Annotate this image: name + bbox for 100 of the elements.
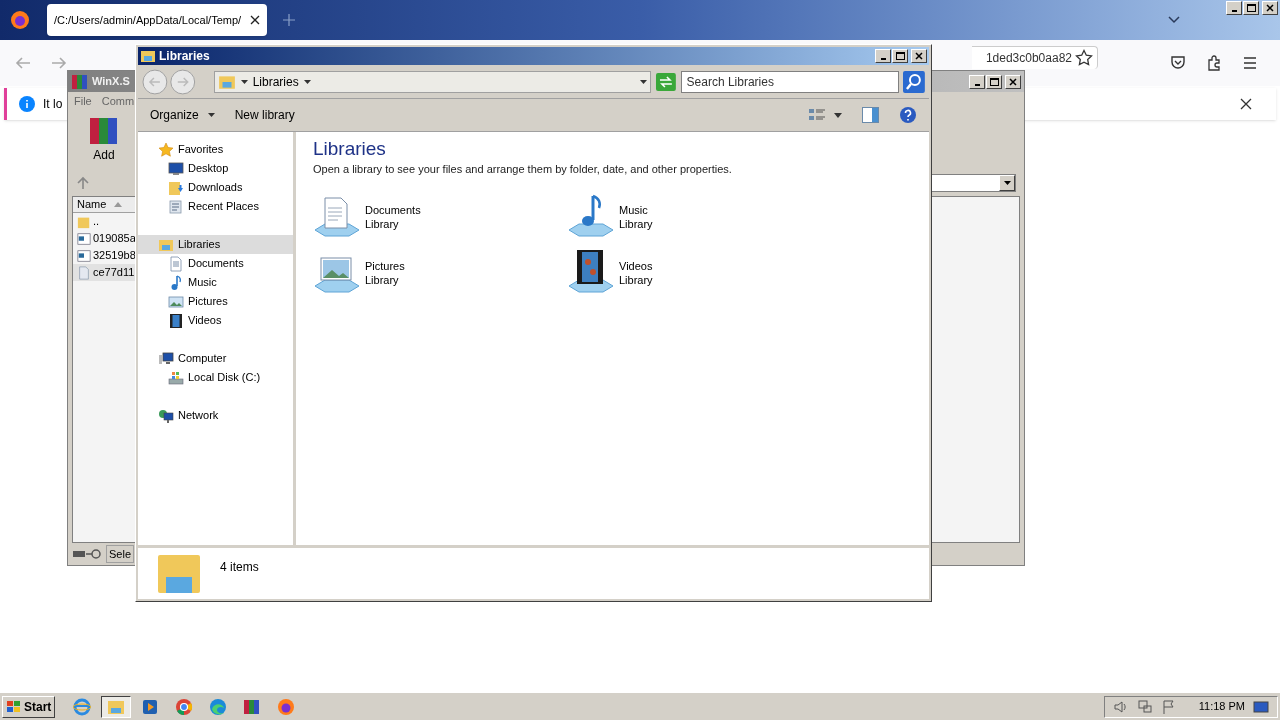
description: Open a library to see your files and arrange them by folder, date, and other properties. bbox=[313, 162, 733, 177]
address-bar[interactable]: 1ded3c0b0aa82 bbox=[972, 46, 1098, 69]
recent-places-icon bbox=[168, 198, 184, 215]
nav-item[interactable]: Local Disk (C:) bbox=[138, 368, 293, 387]
picture-icon bbox=[168, 293, 184, 310]
library-tile[interactable]: Music Library bbox=[567, 193, 821, 240]
file-row[interactable]: 019085a bbox=[73, 230, 135, 247]
file-icon bbox=[77, 265, 91, 280]
taskbar-button[interactable] bbox=[101, 695, 132, 718]
speaker-icon[interactable] bbox=[1112, 698, 1129, 715]
desktop-icon[interactable] bbox=[1253, 699, 1269, 714]
file-row[interactable]: .. bbox=[73, 213, 135, 230]
drive-key-icon bbox=[72, 548, 102, 560]
sort-arrow-icon bbox=[114, 202, 123, 207]
library-tile[interactable]: Documents Library bbox=[313, 193, 567, 240]
nav-item[interactable]: Downloads bbox=[138, 178, 293, 197]
books-icon bbox=[88, 116, 120, 146]
page-heading: Libraries bbox=[313, 137, 387, 161]
archive-books-icon bbox=[71, 72, 89, 91]
path-dropdown[interactable] bbox=[930, 174, 1016, 192]
caret-icon bbox=[207, 113, 215, 117]
file-row[interactable]: 32519b8 bbox=[73, 247, 135, 264]
close-icon[interactable] bbox=[250, 15, 260, 25]
computer-icon bbox=[158, 350, 174, 367]
nav-item[interactable]: Desktop bbox=[138, 159, 293, 178]
maximize-button[interactable] bbox=[986, 74, 1002, 89]
window-file-icon bbox=[77, 248, 91, 263]
library-tile[interactable]: Videos Library bbox=[567, 249, 821, 296]
disk-drive-icon bbox=[168, 369, 184, 386]
close-button[interactable] bbox=[1005, 74, 1021, 89]
minimize-icon bbox=[880, 58, 886, 60]
menu-item[interactable]: Comm bbox=[101, 92, 135, 110]
nav-item[interactable]: Recent Places bbox=[138, 197, 293, 216]
star-icon[interactable] bbox=[1075, 49, 1093, 67]
document-icon bbox=[168, 255, 184, 272]
media-player-icon bbox=[141, 697, 160, 716]
firefox-icon[interactable] bbox=[10, 10, 30, 30]
help-icon[interactable] bbox=[899, 106, 917, 124]
music-library-icon bbox=[567, 193, 615, 240]
preview-pane-icon[interactable] bbox=[862, 107, 879, 123]
maximize-button[interactable] bbox=[1243, 1, 1259, 15]
pocket-icon[interactable] bbox=[1170, 55, 1186, 71]
maximize-button[interactable] bbox=[892, 49, 908, 63]
minimize-button[interactable] bbox=[875, 49, 891, 63]
nav-item[interactable]: Libraries bbox=[138, 235, 293, 254]
minimize-button[interactable] bbox=[969, 74, 985, 89]
windows-logo-icon bbox=[6, 699, 22, 714]
close-button[interactable] bbox=[1262, 1, 1278, 15]
minimize-button[interactable] bbox=[1226, 1, 1242, 15]
item-count: 4 items bbox=[220, 559, 259, 576]
archive-books-icon bbox=[243, 697, 262, 716]
file-row[interactable]: ce77d11 bbox=[73, 264, 135, 281]
close-icon bbox=[1266, 4, 1274, 12]
maximize-icon bbox=[1246, 4, 1256, 12]
title-bar: Libraries bbox=[138, 47, 929, 65]
network-icon[interactable] bbox=[1136, 698, 1153, 715]
film-icon bbox=[168, 312, 184, 329]
download-folder-icon bbox=[168, 179, 184, 196]
chevron-down-icon[interactable] bbox=[1168, 16, 1180, 24]
nav-item[interactable]: Music bbox=[138, 273, 293, 292]
video-library-icon bbox=[567, 249, 615, 296]
plus-icon[interactable] bbox=[283, 14, 295, 26]
menu-icon[interactable] bbox=[1242, 55, 1258, 71]
monitor-icon bbox=[168, 160, 184, 177]
flag-icon[interactable] bbox=[1160, 698, 1177, 715]
start-button[interactable]: Start bbox=[2, 695, 56, 718]
library-folder-icon bbox=[156, 553, 202, 595]
search-icon[interactable] bbox=[903, 70, 925, 93]
minimize-icon bbox=[1231, 10, 1237, 12]
nav-item[interactable]: Computer bbox=[138, 349, 293, 368]
nav-item[interactable]: Favorites bbox=[138, 140, 293, 159]
network-icon bbox=[158, 407, 174, 424]
window-file-icon bbox=[77, 231, 91, 246]
browser-tab[interactable]: /C:/Users/admin/AppData/Local/Temp/ bbox=[47, 4, 267, 36]
nav-item[interactable]: Network bbox=[138, 406, 293, 425]
firefox-icon bbox=[277, 697, 296, 716]
star-icon bbox=[158, 141, 174, 158]
caret-icon[interactable] bbox=[834, 112, 842, 118]
address-bar[interactable]: Libraries bbox=[213, 70, 651, 93]
minimize-icon bbox=[974, 83, 980, 86]
library-folder-icon bbox=[140, 48, 156, 64]
maximize-icon bbox=[989, 77, 999, 86]
search-field[interactable]: Search Libraries bbox=[680, 70, 900, 93]
close-icon[interactable] bbox=[1240, 98, 1252, 110]
edge-icon bbox=[209, 697, 228, 716]
puzzle-icon[interactable] bbox=[1206, 55, 1222, 71]
nav-item[interactable]: Documents bbox=[138, 254, 293, 273]
nav-item[interactable]: Pictures bbox=[138, 292, 293, 311]
close-icon bbox=[915, 52, 923, 60]
info-icon bbox=[19, 96, 35, 112]
caret-icon bbox=[1003, 181, 1011, 185]
close-button[interactable] bbox=[911, 49, 927, 63]
nav-item[interactable]: Videos bbox=[138, 311, 293, 330]
caret-icon bbox=[639, 79, 647, 84]
caret-icon bbox=[240, 79, 248, 84]
library-tile[interactable]: Pictures Library bbox=[313, 249, 567, 296]
status-text: Sele bbox=[106, 544, 135, 564]
column-header[interactable]: Name bbox=[73, 197, 135, 213]
menu-item[interactable]: File bbox=[74, 92, 92, 110]
caret-icon bbox=[303, 79, 311, 84]
